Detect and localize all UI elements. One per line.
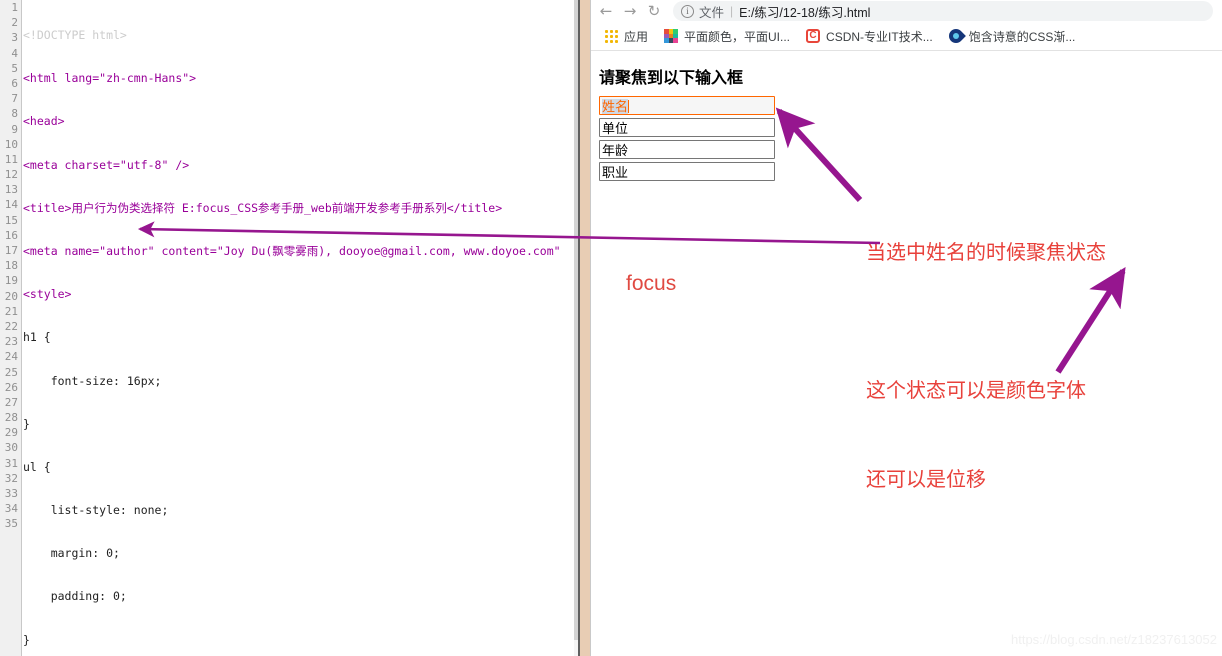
line-number: 12 <box>4 168 18 182</box>
line-number: 34 <box>4 502 18 516</box>
code-line: margin: 0; <box>23 546 120 561</box>
code-line: h1 { <box>23 330 51 345</box>
line-number: 22 <box>4 319 18 333</box>
csdn-favicon: C <box>806 29 821 43</box>
line-number: 30 <box>4 441 18 455</box>
list-item: 姓名 <box>599 96 775 115</box>
input-value: 姓名 <box>602 99 630 114</box>
line-number: 7 <box>11 92 18 106</box>
code-line: <!DOCTYPE html> <box>23 28 127 42</box>
line-number: 21 <box>4 304 18 318</box>
reload-icon[interactable]: ↻ <box>643 0 665 22</box>
apps-grid-icon <box>605 29 618 43</box>
list-item: 单位 <box>599 118 775 137</box>
annotation-note-2: 这个状态可以是颜色字体 <box>866 380 1086 402</box>
line-number: 5 <box>11 61 18 75</box>
scheme-label: 文件 <box>699 5 725 20</box>
input-value: 年龄 <box>602 143 629 158</box>
line-number: 4 <box>11 46 18 60</box>
blue-droplet-favicon <box>945 26 966 46</box>
code-line: <meta charset="utf-8" /> <box>23 157 190 172</box>
browser-toolbar: ← → ↻ i 文件 | E:/练习/12-18/练习.html <box>591 0 1222 22</box>
input-value: 单位 <box>602 121 629 136</box>
code-line: } <box>23 416 30 431</box>
bookmark-label: 饱含诗意的CSS渐... <box>968 29 1076 44</box>
line-number-gutter: 1 2 3 4 5 6 7 8 9 10 11 12 13 14 15 16 1… <box>0 0 22 656</box>
line-number: 11 <box>4 152 18 166</box>
code-line: <style> <box>23 287 72 302</box>
line-number: 13 <box>4 183 18 197</box>
bookmark-label: 应用 <box>624 29 649 44</box>
line-number: 26 <box>4 380 18 394</box>
input-occupation-field[interactable]: 职业 <box>599 162 775 181</box>
forward-icon[interactable]: → <box>619 0 641 22</box>
window-edge-strip <box>580 0 590 656</box>
list-item: 职业 <box>599 162 775 181</box>
line-number: 3 <box>11 31 18 45</box>
back-icon[interactable]: ← <box>595 0 617 22</box>
bookmark-csdn[interactable]: C CSDN-专业IT技术... <box>806 25 933 47</box>
line-number: 35 <box>4 517 18 531</box>
line-number: 25 <box>4 365 18 379</box>
line-number: 1 <box>11 1 18 14</box>
address-bar[interactable]: i 文件 | E:/练习/12-18/练习.html <box>673 1 1213 21</box>
page-title: 请聚焦到以下输入框 <box>599 70 744 87</box>
code-line: font-size: 16px; <box>23 373 162 388</box>
bookmark-apps[interactable]: 应用 <box>605 25 648 47</box>
palette-favicon <box>664 29 678 43</box>
annotation-focus-label: focus <box>626 272 677 295</box>
code-editor-pane[interactable]: 1 2 3 4 5 6 7 8 9 10 11 12 13 14 15 16 1… <box>0 0 586 656</box>
line-number: 31 <box>4 456 18 470</box>
line-number: 33 <box>4 487 18 500</box>
line-number: 16 <box>4 228 18 242</box>
line-number: 32 <box>4 471 18 485</box>
code-text-area[interactable]: <!DOCTYPE html> <html lang="zh-cmn-Hans"… <box>23 0 575 656</box>
list-item: 年龄 <box>599 140 775 159</box>
annotation-note-1: 当选中姓名的时候聚焦状态 <box>866 242 1106 264</box>
web-page-content: 请聚焦到以下输入框 姓名 单位 年龄 职业 focus 当选中姓名的时候聚焦状态… <box>591 51 1222 656</box>
line-number: 28 <box>4 411 18 425</box>
text-caret <box>628 100 630 113</box>
line-number: 6 <box>11 76 18 90</box>
bookmark-flat-colors[interactable]: 平面颜色，平面UI... <box>664 25 790 47</box>
code-line: } <box>23 632 30 647</box>
input-unit-field[interactable]: 单位 <box>599 118 775 137</box>
input-list: 姓名 单位 年龄 职业 <box>599 96 775 184</box>
input-age-field[interactable]: 年龄 <box>599 140 775 159</box>
line-number: 14 <box>4 198 18 212</box>
screenshot-root: 1 2 3 4 5 6 7 8 9 10 11 12 13 14 15 16 1… <box>0 0 1222 656</box>
omnibox-separator: | <box>730 4 734 18</box>
bookmark-label: CSDN-专业IT技术... <box>826 29 933 44</box>
bookmark-label: 平面颜色，平面UI... <box>684 29 791 44</box>
code-line: list-style: none; <box>23 503 169 518</box>
bookmarks-bar: 应用 平面颜色，平面UI... C CSDN-专业IT技术... 饱含诗意的CS… <box>591 23 1222 49</box>
line-number: 20 <box>4 289 18 303</box>
browser-pane: ← → ↻ i 文件 | E:/练习/12-18/练习.html 应用 平面颜色… <box>591 0 1222 656</box>
bookmark-css-gradient[interactable]: 饱含诗意的CSS渐... <box>945 25 1076 47</box>
line-number: 15 <box>4 213 18 227</box>
code-line: <meta name="author" content="Joy Du(飘零雾雨… <box>23 243 561 258</box>
line-number: 2 <box>11 16 18 30</box>
url-text: E:/练习/12-18/练习.html <box>739 5 871 20</box>
code-line: <title>用户行为伪类选择符 E:focus_CSS参考手册_web前端开发… <box>23 200 503 215</box>
code-line: <html lang="zh-cmn-Hans"> <box>23 71 197 86</box>
line-number: 8 <box>11 107 18 121</box>
line-number: 10 <box>4 137 18 151</box>
code-line: ul { <box>23 459 51 474</box>
line-number: 29 <box>4 426 18 440</box>
line-number: 23 <box>4 335 18 349</box>
annotation-note-3: 还可以是位移 <box>866 469 986 491</box>
watermark-text: https://blog.csdn.net/z18237613052 <box>1011 632 1217 647</box>
line-number: 24 <box>4 350 18 364</box>
info-circle-icon[interactable]: i <box>681 4 694 18</box>
code-line: padding: 0; <box>23 589 127 604</box>
input-name-field[interactable]: 姓名 <box>599 96 775 115</box>
line-number: 19 <box>4 274 18 288</box>
code-line: <head> <box>23 114 65 129</box>
line-number: 18 <box>4 259 18 273</box>
line-number: 27 <box>4 395 18 409</box>
line-number: 17 <box>4 244 18 257</box>
line-number: 9 <box>11 122 18 136</box>
input-value: 职业 <box>602 165 629 180</box>
